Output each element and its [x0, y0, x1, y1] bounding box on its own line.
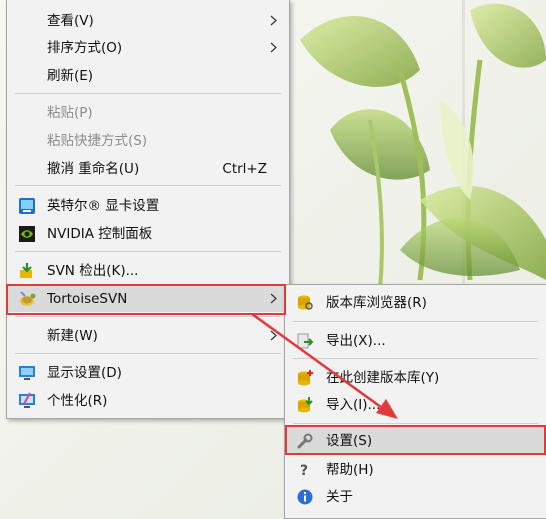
chevron-right-icon — [270, 330, 277, 341]
nvidia-icon — [19, 226, 35, 242]
menu-item-refresh[interactable]: 刷新(E) — [7, 62, 289, 89]
svn-checkout-icon — [20, 263, 32, 278]
submenu-item-create-repo-here[interactable]: 在此创建版本库(Y) — [285, 364, 546, 391]
menu-separator — [15, 93, 281, 94]
menu-item-new[interactable]: 新建(W) — [7, 322, 289, 349]
menu-separator — [293, 321, 538, 322]
svg-text:?: ? — [300, 463, 308, 479]
info-icon — [297, 489, 313, 505]
submenu-item-repo-browser[interactable]: 版本库浏览器(R) — [285, 289, 546, 316]
personalize-icon — [19, 392, 35, 408]
shortcut-label: Ctrl+Z — [222, 161, 267, 177]
menu-item-undo-rename[interactable]: 撤消 重命名(U) Ctrl+Z — [7, 155, 289, 182]
repo-browser-icon — [298, 295, 313, 310]
menu-item-personalize[interactable]: 个性化(R) — [7, 387, 289, 414]
menu-item-paste-shortcut: 粘贴快捷方式(S) — [47, 133, 148, 149]
menu-separator — [15, 251, 281, 252]
menu-separator — [15, 185, 281, 186]
menu-item-intel-graphics[interactable]: 英特尔® 显卡设置 — [7, 192, 289, 219]
create-repo-icon — [298, 370, 313, 386]
menu-item-svn-checkout[interactable]: SVN 检出(K)... — [7, 257, 289, 284]
menu-item-sort-by[interactable]: 排序方式(O) — [7, 34, 289, 61]
menu-item-view[interactable]: 查看(V) — [7, 7, 289, 34]
submenu-item-help[interactable]: ? 帮助(H) — [285, 456, 546, 483]
menu-item-nvidia-control-panel[interactable]: NVIDIA 控制面板 — [7, 220, 289, 247]
menu-item-paste: 粘贴(P) — [47, 105, 93, 121]
help-icon: ? — [300, 463, 308, 479]
submenu-item-import[interactable]: 导入(I)... — [285, 391, 546, 418]
chevron-right-icon — [270, 42, 277, 53]
export-icon — [297, 333, 314, 349]
settings-highlight-box — [285, 425, 546, 455]
submenu-item-export[interactable]: 导出(X)... — [285, 327, 546, 354]
submenu-item-about[interactable]: 关于 — [285, 483, 546, 510]
tortoisesvn-submenu: 版本库浏览器(R) 导出(X)... 在此创建版本库(Y) 导入(I)... 设… — [284, 284, 546, 519]
chevron-right-icon — [270, 15, 277, 26]
menu-separator — [293, 423, 538, 424]
tortoisesvn-highlight-box — [6, 284, 286, 315]
intel-graphics-icon — [19, 198, 35, 214]
desktop-context-menu: 查看(V) 排序方式(O) 刷新(E) 粘贴(P) 粘贴快捷方式(S) 撤消 重… — [6, 0, 290, 419]
display-settings-icon — [19, 366, 35, 380]
import-icon — [298, 397, 313, 413]
menu-separator — [15, 353, 281, 354]
menu-separator — [15, 316, 281, 317]
menu-separator — [293, 358, 538, 359]
menu-item-display-settings[interactable]: 显示设置(D) — [7, 359, 289, 386]
